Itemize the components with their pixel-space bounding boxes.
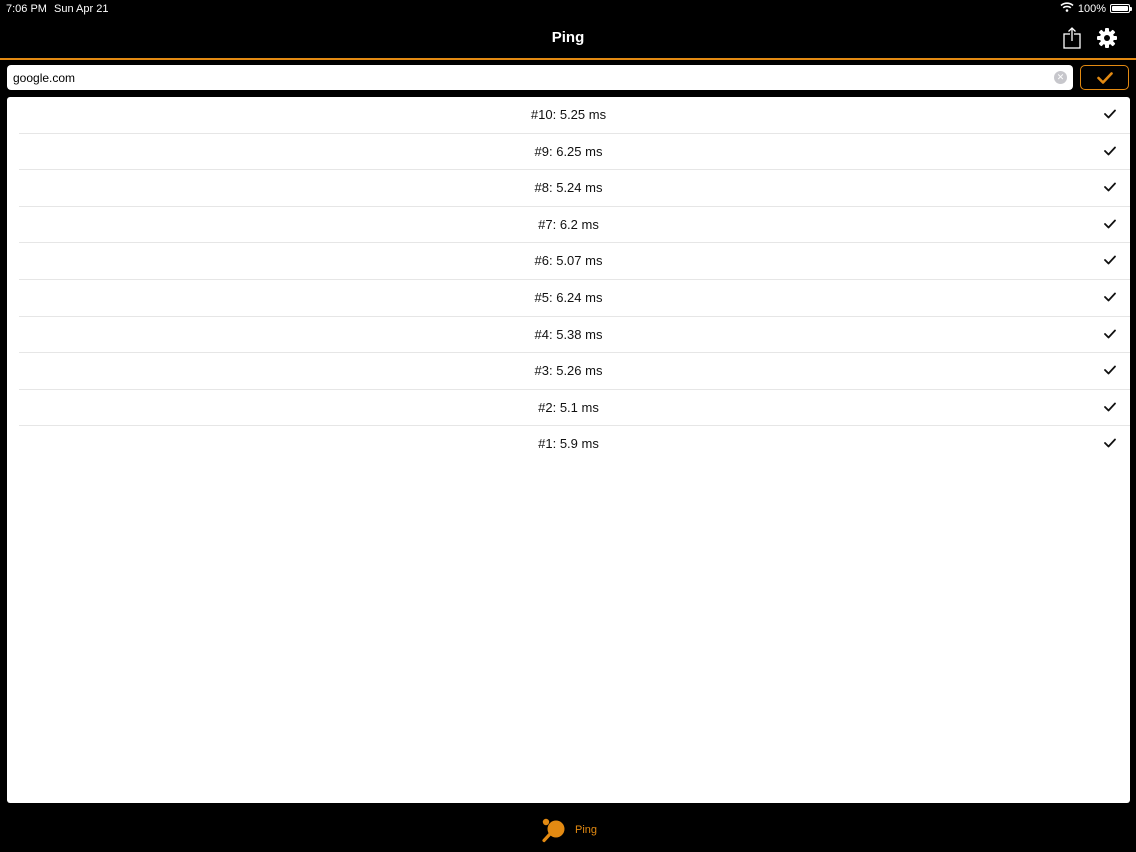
checkmark-icon [1104, 329, 1116, 338]
battery-percent: 100% [1077, 2, 1106, 15]
wifi-icon [1060, 2, 1074, 15]
result-label: #10: 5.25 ms [530, 107, 607, 122]
checkmark-icon [1104, 402, 1116, 412]
tab-bar: Ping [0, 805, 1136, 852]
result-row[interactable]: #9: 6.25 ms [19, 134, 1130, 171]
checkmark-icon [1104, 182, 1116, 192]
result-label: #1: 5.9 ms [538, 436, 599, 452]
result-row[interactable]: #3: 5.26 ms [19, 353, 1130, 390]
result-row[interactable]: #6: 5.07 ms [19, 243, 1130, 280]
host-input-row: ✕ [0, 62, 1136, 94]
result-label: #2: 5.1 ms [538, 399, 599, 415]
checkmark-icon [1104, 255, 1116, 265]
app-screen: 7:06 PM Sun Apr 21 100% Ping google.com … [0, 0, 1136, 852]
results-list: #10: 5.25 ms #9: 6.25 ms #8: 5.24 ms #7: 6.… [7, 97, 1130, 463]
tab-ping-label: Ping [575, 824, 598, 836]
checkmark-icon [1104, 109, 1116, 119]
results-panel: #10: 5.25 ms #9: 6.25 ms #8: 5.24 ms #7: 6.… [7, 97, 1130, 803]
start-ping-button[interactable] [1080, 65, 1129, 90]
result-row[interactable]: #4: 5.38 ms [19, 317, 1130, 354]
checkmark-icon [1104, 292, 1116, 302]
result-label: #8: 5.24 ms [534, 180, 603, 196]
tab-ping[interactable]: Ping [541, 817, 597, 843]
share-icon [1063, 27, 1081, 49]
status-date: Sun Apr 21 [54, 3, 109, 15]
checkmark-icon [1104, 146, 1116, 155]
battery-icon [1110, 4, 1132, 13]
checkmark-icon [1104, 438, 1116, 448]
host-input[interactable] [7, 65, 1073, 90]
settings-button[interactable] [1095, 26, 1119, 50]
result-label: #3: 5.26 ms [534, 363, 603, 379]
result-row[interactable]: #1: 5.9 ms [19, 426, 1130, 463]
clear-icon[interactable]: ✕ [1054, 71, 1067, 84]
result-row[interactable]: #2: 5.1 ms [19, 390, 1130, 427]
result-label: #7: 6.2 ms [538, 216, 599, 232]
checkmark-icon [1104, 219, 1116, 229]
result-row[interactable]: #7: 6.2 ms [19, 207, 1130, 244]
navigation-bar: Ping [0, 18, 1136, 60]
result-label: #5: 6.24 ms [534, 289, 603, 305]
page-title: Ping [551, 29, 585, 46]
gear-icon [1097, 28, 1117, 48]
checkmark-icon [1104, 365, 1116, 375]
result-label: #6: 5.07 ms [534, 253, 603, 269]
checkmark-icon [1096, 71, 1113, 84]
result-row[interactable]: #10: 5.25 ms [19, 97, 1130, 134]
status-bar: 7:06 PM Sun Apr 21 100% [0, 0, 1136, 18]
status-indicators: 100% [1060, 2, 1132, 15]
result-row[interactable]: #5: 6.24 ms [19, 280, 1130, 317]
share-button[interactable] [1060, 26, 1084, 50]
result-label: #4: 5.38 ms [534, 326, 603, 342]
result-label: #9: 6.25 ms [534, 143, 603, 159]
battery-level [1112, 6, 1128, 11]
result-row[interactable]: #8: 5.24 ms [19, 170, 1130, 207]
ping-pong-icon [542, 818, 565, 843]
status-time: 7:06 PM [6, 3, 47, 15]
